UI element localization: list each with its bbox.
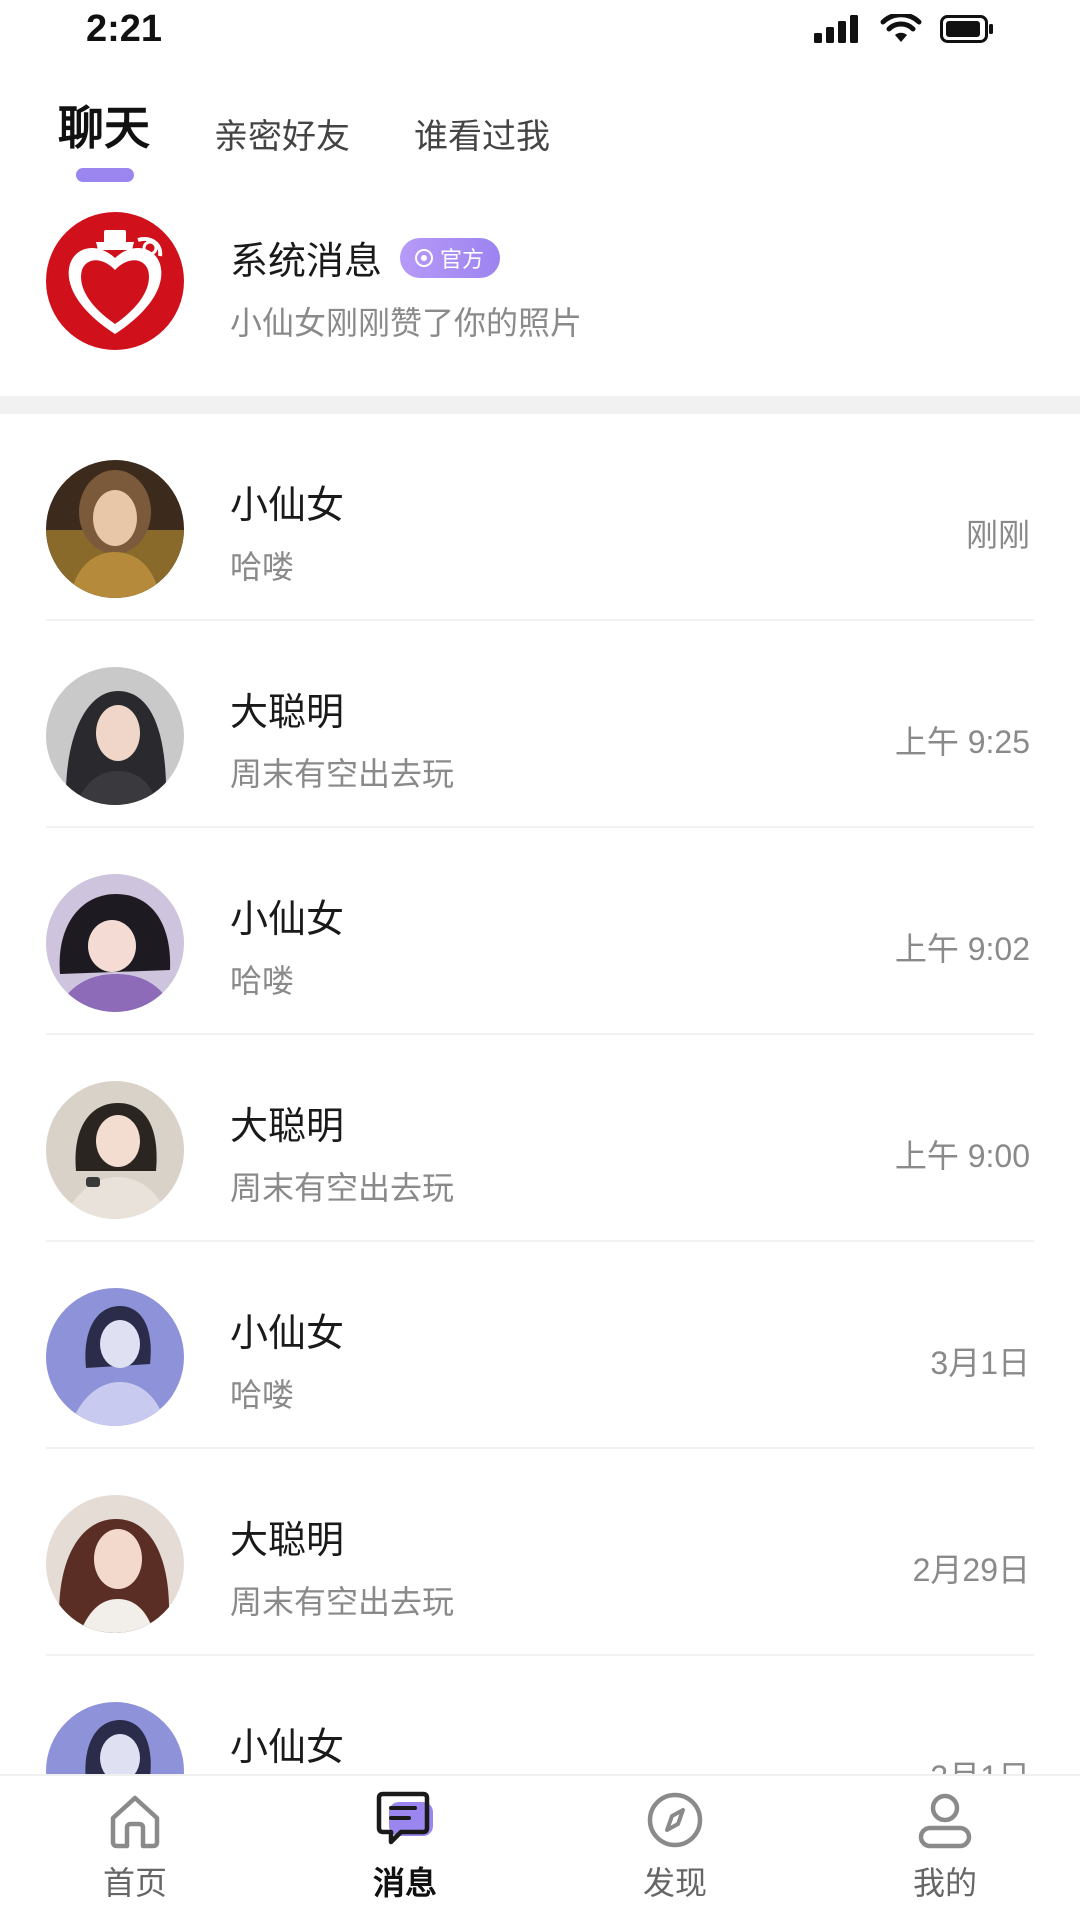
avatar xyxy=(46,460,184,598)
chat-time: 刚刚 xyxy=(965,517,1030,553)
chat-preview: 哈喽 xyxy=(230,548,295,586)
home-icon xyxy=(110,1795,160,1849)
status-time: 2:21 xyxy=(86,8,163,50)
official-badge: 官方 xyxy=(400,237,501,278)
avatar xyxy=(46,1495,184,1633)
tab-who-viewed-me-label: 谁看过我 xyxy=(414,117,550,157)
bottom-nav: 首页 消息 发现 我的 xyxy=(0,1774,1080,1920)
status-bar: 2:21 xyxy=(0,0,1080,60)
system-title: 系统消息 xyxy=(230,239,383,283)
chat-name: 小仙女 xyxy=(230,1725,345,1769)
tab-close-friends-label: 亲密好友 xyxy=(214,117,350,157)
chat-name: 小仙女 xyxy=(230,1311,345,1355)
nav-messages-label: 消息 xyxy=(372,1864,437,1902)
chat-preview: 哈喽 xyxy=(230,1376,295,1414)
chat-name: 小仙女 xyxy=(230,897,345,941)
system-title-line: 系统消息 官方 xyxy=(230,230,501,285)
chat-list-item[interactable]: 小仙女 哈喽 3月1日 xyxy=(0,1242,1080,1449)
tab-indicator xyxy=(76,168,134,182)
compass-icon xyxy=(647,1792,703,1848)
avatar xyxy=(46,874,184,1012)
chat-preview: 哈喽 xyxy=(230,962,295,1000)
chat-preview: 周末有空出去玩 xyxy=(230,755,455,793)
chat-name: 大聪明 xyxy=(230,690,345,734)
chat-time: 2月29日 xyxy=(912,1552,1030,1588)
chat-time: 3月1日 xyxy=(930,1345,1030,1381)
nav-messages[interactable]: 消息 xyxy=(270,1776,540,1920)
avatar xyxy=(46,1081,184,1219)
chat-preview: 周末有空出去玩 xyxy=(230,1583,455,1621)
chat-list-item[interactable]: 小仙女 哈喽 刚刚 xyxy=(0,414,1080,621)
chat-time: 上午 9:00 xyxy=(894,1138,1030,1174)
nav-home[interactable]: 首页 xyxy=(0,1776,270,1920)
system-message-row[interactable]: 系统消息 官方 小仙女刚刚赞了你的照片 xyxy=(0,208,1080,356)
apple-heart-logo xyxy=(46,212,184,350)
wifi-icon xyxy=(880,14,922,42)
nav-home-label: 首页 xyxy=(102,1864,167,1902)
chat-list-item[interactable]: 小仙女 哈喽 上午 9:02 xyxy=(0,828,1080,1035)
official-badge-label: 官方 xyxy=(440,247,485,273)
battery-icon xyxy=(940,15,993,43)
verified-icon xyxy=(415,248,434,267)
chat-time: 上午 9:02 xyxy=(894,931,1030,967)
avatar xyxy=(46,667,184,805)
system-preview: 小仙女刚刚赞了你的照片 xyxy=(230,304,583,342)
chat-preview: 周末有空出去玩 xyxy=(230,1169,455,1207)
nav-discover-label: 发现 xyxy=(642,1864,707,1902)
tab-who-viewed-me[interactable]: 谁看过我 xyxy=(414,109,550,166)
chat-list-item[interactable]: 大聪明 周末有空出去玩 上午 9:00 xyxy=(0,1035,1080,1242)
chat-list-item[interactable]: 大聪明 周末有空出去玩 上午 9:25 xyxy=(0,621,1080,828)
profile-icon xyxy=(918,1793,972,1849)
message-icon xyxy=(376,1791,433,1845)
chat-list-item[interactable]: 大聪明 周末有空出去玩 2月29日 xyxy=(0,1449,1080,1656)
tab-close-friends[interactable]: 亲密好友 xyxy=(214,109,350,166)
signal-icon xyxy=(814,15,858,43)
chat-list: 小仙女 哈喽 刚刚 大聪明 周末有空出去玩 上午 9:25 小仙女 哈喽 上午 … xyxy=(0,414,1080,1863)
nav-discover[interactable]: 发现 xyxy=(540,1776,810,1920)
nav-profile-label: 我的 xyxy=(912,1864,977,1902)
avatar xyxy=(46,1288,184,1426)
top-tabs: 聊天 亲密好友 谁看过我 xyxy=(58,92,614,182)
tab-chat[interactable]: 聊天 xyxy=(58,92,150,182)
chat-name: 大聪明 xyxy=(230,1104,345,1148)
chat-time: 上午 9:25 xyxy=(894,724,1030,760)
messages-screen: 2:21 聊天 亲密好友 谁看过我 系统消息 官方 小仙女刚刚赞了你的照片 小仙… xyxy=(0,0,1080,1920)
nav-profile[interactable]: 我的 xyxy=(810,1776,1080,1920)
status-icons xyxy=(814,14,994,44)
section-divider xyxy=(0,396,1080,414)
chat-name: 小仙女 xyxy=(230,483,345,527)
chat-name: 大聪明 xyxy=(230,1518,345,1562)
tab-chat-label: 聊天 xyxy=(58,101,150,155)
